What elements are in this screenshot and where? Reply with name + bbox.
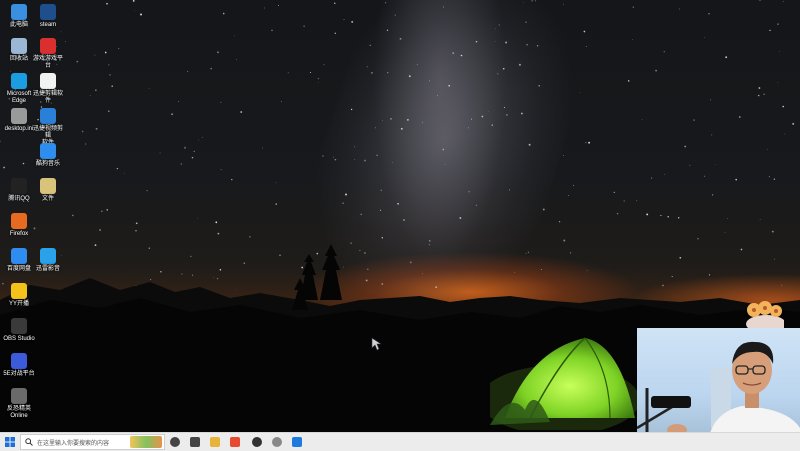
desktop-icon[interactable]: OBS Studio	[2, 318, 36, 343]
firefox-icon	[11, 213, 27, 229]
desktop-icon[interactable]: steam	[31, 4, 65, 29]
desktop-icon[interactable]: 游戏游戏平台	[31, 38, 65, 70]
kugou-music-icon	[40, 143, 56, 159]
desktop-icon[interactable]: 文件	[31, 178, 65, 203]
desktop-icon-label: 酷狗音乐	[35, 161, 60, 167]
desktop-icon[interactable]: Firefox	[2, 213, 36, 238]
mascot-sticker	[746, 301, 784, 330]
taskbar-search-box[interactable]: 在这里输入你要搜索的内容	[20, 434, 165, 450]
search-highlight-art	[130, 436, 162, 448]
cortana-icon[interactable]	[170, 437, 180, 447]
desktop-icon-label: 文件	[41, 196, 54, 202]
desktop-icon-label: 游戏游戏平台	[32, 56, 63, 69]
qq-icon	[11, 178, 27, 194]
steam-icon	[40, 4, 56, 20]
taskbar: 在这里输入你要搜索的内容	[0, 432, 800, 451]
baidu-netdisk-icon	[11, 248, 27, 264]
search-icon	[25, 438, 33, 446]
desktop-icon-label: OBS Studio	[3, 336, 35, 342]
desktop-icon[interactable]: 迅雷影音	[31, 248, 65, 273]
this-pc-icon	[11, 4, 27, 20]
desktop-icon[interactable]: 反恐精英 Online	[2, 388, 36, 420]
desktop-icon[interactable]: 迅捷视频剪辑 软件	[31, 108, 65, 147]
desktop-icon-label: 5E对战平台	[3, 371, 35, 377]
file-explorer-icon[interactable]	[210, 437, 220, 447]
desktop-icon[interactable]: 酷狗音乐	[31, 143, 65, 168]
glowing-tent	[490, 337, 640, 430]
file-icon	[40, 178, 56, 194]
ini-file-icon	[11, 108, 27, 124]
video-editor-taskbar-icon[interactable]	[292, 437, 302, 447]
desktop-icon-label: 反恐精英 Online	[6, 406, 31, 419]
edge-icon	[11, 73, 27, 89]
search-placeholder: 在这里输入你要搜索的内容	[37, 441, 110, 447]
task-view-icon[interactable]	[190, 437, 200, 447]
desktop-icon-label: Firefox	[9, 231, 29, 237]
desktop-icon[interactable]: YY开播	[2, 283, 36, 308]
5e-platform-icon	[11, 353, 27, 369]
obs-icon	[11, 318, 27, 334]
recycle-bin-icon	[11, 38, 27, 54]
obs-taskbar-icon[interactable]	[252, 437, 262, 447]
desktop-icon-label: steam	[39, 22, 57, 28]
browser-icon[interactable]	[230, 437, 240, 447]
desktop-icon-label: YY开播	[8, 301, 29, 307]
settings-icon[interactable]	[272, 437, 282, 447]
desktop-icon-label: 迅捷剪辑软件	[32, 91, 63, 104]
desktop-icon[interactable]: 迅捷剪辑软件	[31, 73, 65, 105]
windows-start-icon[interactable]	[5, 437, 15, 447]
mouse-cursor	[371, 337, 382, 351]
desktop-icon-label: 迅雷影音	[35, 266, 60, 272]
desktop-icon[interactable]: 5E对战平台	[2, 353, 36, 378]
document-icon	[40, 73, 56, 89]
video-editor-icon	[40, 108, 56, 124]
xunlei-player-icon	[40, 248, 56, 264]
game-platform-icon	[40, 38, 56, 54]
csol-icon	[11, 388, 27, 404]
yy-icon	[11, 283, 27, 299]
